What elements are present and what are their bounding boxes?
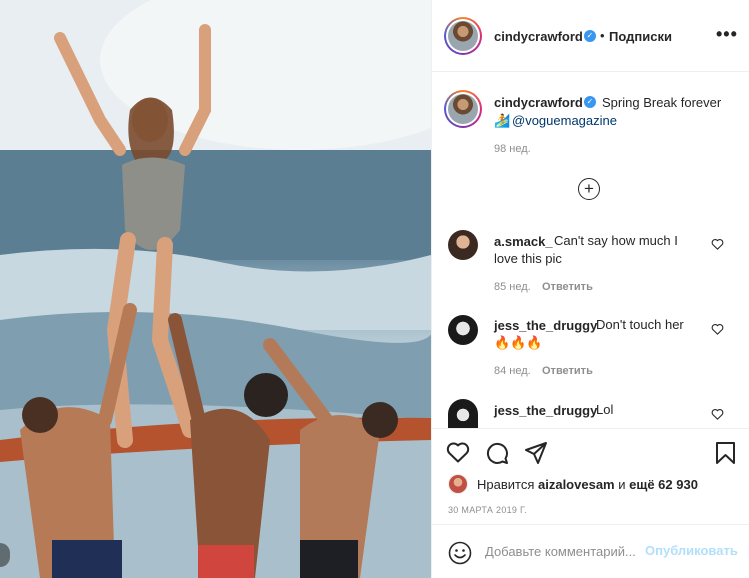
comment-text: Lol [596, 402, 614, 417]
likes-summary[interactable]: Нравится aizalovesam и ещё 62 930 [477, 477, 698, 492]
reply-button[interactable]: Ответить [542, 365, 593, 377]
comment-text: Don't touch her [596, 317, 684, 332]
liker-avatar[interactable] [448, 474, 468, 494]
like-comment-heart-icon[interactable] [711, 238, 724, 250]
verified-icon: ✓ [584, 96, 596, 108]
following-button[interactable]: Подписки [609, 29, 672, 44]
load-more-comments-icon[interactable]: + [578, 178, 600, 200]
more-options-icon[interactable]: ••• [716, 24, 738, 45]
caption-text: Spring Break forever [602, 95, 722, 110]
like-comment-heart-icon[interactable] [711, 408, 724, 420]
emoji-picker-icon[interactable] [448, 541, 472, 565]
commenter-avatar[interactable] [448, 315, 478, 345]
post-header: cindycrawford ✓ • Подписки ••• [432, 0, 749, 72]
comment-bubble-icon[interactable] [485, 441, 509, 465]
comment-username[interactable]: a.smack_ [494, 234, 553, 249]
likes-conjunction: и [618, 477, 626, 492]
commenter-avatar[interactable] [448, 399, 478, 428]
like-comment-heart-icon[interactable] [711, 323, 724, 335]
publish-button[interactable]: Опубликовать [645, 543, 738, 558]
likes-prefix: Нравится [477, 477, 535, 492]
post-actions-section: Нравится aizalovesam и ещё 62 930 30 МАР… [432, 428, 749, 578]
caption-author-avatar[interactable] [444, 90, 482, 128]
like-heart-icon[interactable] [446, 441, 470, 463]
post-side-panel: cindycrawford ✓ • Подписки ••• cindycraw… [431, 0, 749, 578]
verified-icon: ✓ [584, 30, 596, 42]
liker-username[interactable]: aizalovesam [538, 477, 615, 492]
comment-input[interactable] [485, 544, 641, 559]
photo-illustration [0, 0, 431, 578]
share-plane-icon[interactable] [524, 441, 548, 465]
save-bookmark-icon[interactable] [715, 441, 736, 465]
post-photo[interactable] [0, 0, 431, 578]
author-avatar[interactable] [444, 17, 482, 55]
surfer-emoji: 🏄 [494, 113, 511, 128]
comment-text-continued: love this pic [494, 251, 562, 266]
post-date[interactable]: 30 МАРТА 2019 Г. [448, 505, 527, 515]
caption-mention-link[interactable]: @voguemagazine [512, 113, 617, 128]
comment-username[interactable]: jess_the_druggy [494, 403, 597, 418]
reply-button[interactable]: Ответить [542, 281, 593, 293]
add-comment-bar: Опубликовать [432, 524, 749, 578]
comment-username[interactable]: jess_the_druggy [494, 318, 597, 333]
separator-dot: • [600, 28, 605, 43]
comment-text: Can't say how much I [554, 233, 678, 248]
comment-age[interactable]: 85 нед. [494, 281, 531, 293]
comment-text-continued: 🔥🔥🔥 [494, 335, 543, 350]
caption-username[interactable]: cindycrawford [494, 95, 583, 110]
commenter-avatar[interactable] [448, 230, 478, 260]
likes-count[interactable]: ещё 62 930 [629, 477, 698, 492]
caption-age[interactable]: 98 нед. [494, 143, 531, 155]
comment-age[interactable]: 84 нед. [494, 365, 531, 377]
author-username[interactable]: cindycrawford [494, 29, 583, 44]
